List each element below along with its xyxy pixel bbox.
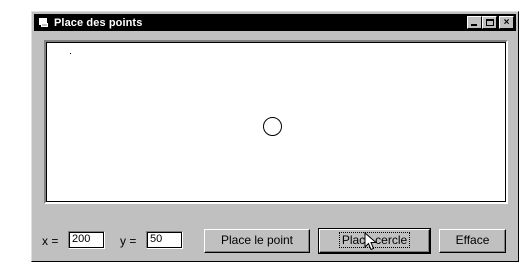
y-input[interactable]: 50 — [146, 231, 183, 249]
minimize-icon — [471, 24, 477, 26]
plotted-point — [70, 53, 71, 54]
window-title: Place des points — [54, 16, 143, 29]
maximize-button[interactable] — [482, 16, 497, 29]
close-icon: × — [503, 17, 510, 28]
maximize-icon — [486, 19, 494, 26]
mouse-cursor-icon — [364, 232, 378, 251]
close-button[interactable]: × — [499, 16, 514, 29]
place-point-button[interactable]: Place le point — [204, 229, 310, 253]
place-des-points-window: Place des points × x = 200 y = 50 Place … — [31, 11, 519, 262]
y-label: y = — [120, 234, 137, 248]
x-input[interactable]: 200 — [68, 231, 105, 249]
title-bar[interactable]: Place des points × — [34, 14, 516, 31]
erase-button[interactable]: Efface — [439, 229, 506, 253]
caption-buttons: × — [467, 16, 514, 29]
minimize-button[interactable] — [467, 16, 482, 29]
drawing-canvas[interactable] — [44, 40, 508, 204]
app-window-icon[interactable] — [38, 17, 49, 28]
x-label: x = — [42, 234, 59, 248]
plotted-circle — [263, 117, 282, 136]
